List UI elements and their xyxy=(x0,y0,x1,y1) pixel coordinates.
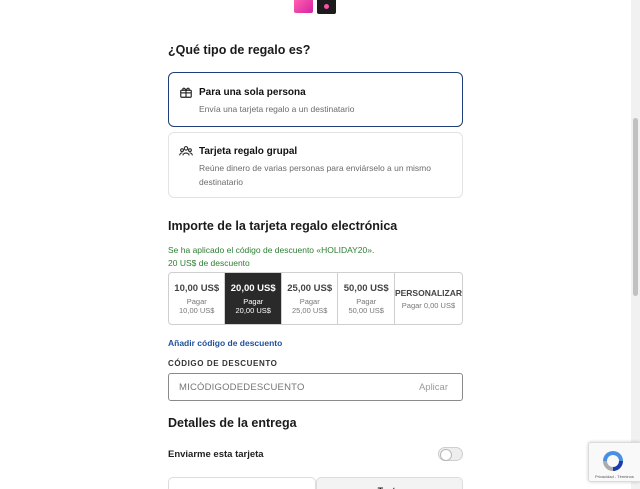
amount-pay-label: Pagar xyxy=(299,296,320,306)
amount-option-25[interactable]: 25,00 US$ Pagar 25,00 US$ xyxy=(282,273,339,324)
delivery-heading: Detalles de la entrega xyxy=(168,416,297,430)
amount-value: 20,00 US$ xyxy=(230,282,276,294)
add-discount-code-link[interactable]: Añadir código de descuento xyxy=(168,338,282,348)
discount-code-label: CÓDIGO DE DESCUENTO xyxy=(168,359,278,368)
amount-pay-amount: 10,00 US$ xyxy=(179,305,215,315)
send-to-me-toggle[interactable] xyxy=(438,447,463,461)
gift-icon xyxy=(180,87,192,98)
amount-pay-label: Pagar 0,00 US$ xyxy=(401,300,456,310)
delivery-tabs: Texto xyxy=(168,477,463,489)
scrollbar-thumb[interactable] xyxy=(633,118,638,296)
amount-heading: Importe de la tarjeta regalo electrónica xyxy=(168,219,398,233)
amount-option-10[interactable]: 10,00 US$ Pagar 10,00 US$ xyxy=(169,273,226,324)
amount-option-20[interactable]: 20,00 US$ Pagar 20,00 US$ xyxy=(225,273,282,324)
amount-selector: 10,00 US$ Pagar 10,00 US$ 20,00 US$ Paga… xyxy=(168,272,463,325)
amount-value: 50,00 US$ xyxy=(343,282,389,294)
scrollbar-track[interactable] xyxy=(631,0,640,489)
option-single-person[interactable]: Para una sola persona Envía una tarjeta … xyxy=(168,72,463,127)
amount-value: 25,00 US$ xyxy=(287,282,333,294)
recaptcha-badge[interactable]: Privacidad - Términos xyxy=(588,442,640,482)
discount-applied-amount: 20 US$ de descuento xyxy=(168,258,250,268)
amount-option-custom[interactable]: PERSONALIZAR Pagar 0,00 US$ xyxy=(395,273,462,324)
apply-button[interactable]: Aplicar xyxy=(419,382,448,393)
amount-option-50[interactable]: 50,00 US$ Pagar 50,00 US$ xyxy=(338,273,395,324)
amount-pay-amount: 25,00 US$ xyxy=(291,305,328,315)
amount-pay-label: Pagar xyxy=(243,296,264,306)
tab-email[interactable] xyxy=(168,477,316,489)
card-design-thumbnail-dark[interactable] xyxy=(317,0,336,14)
option-group-gift[interactable]: Tarjeta regalo grupal Reúne dinero de va… xyxy=(168,132,463,198)
tab-text[interactable]: Texto xyxy=(315,477,463,489)
group-icon xyxy=(179,146,193,156)
amount-pay-amount: 20,00 US$ xyxy=(235,305,271,315)
option-group-gift-desc: Reúne dinero de varias personas para env… xyxy=(199,163,431,187)
amount-pay-label: Pagar xyxy=(186,296,207,306)
discount-code-field: Aplicar xyxy=(168,373,463,401)
option-single-person-title: Para una sola persona xyxy=(199,87,306,98)
discount-applied-code: Se ha aplicado el código de descuento «H… xyxy=(168,245,375,255)
send-to-me-label: Enviarme esta tarjeta xyxy=(168,449,264,460)
card-design-thumbnails xyxy=(294,0,336,14)
card-design-thumbnail-pink[interactable] xyxy=(294,0,313,13)
discount-code-input[interactable] xyxy=(179,382,399,393)
option-single-person-desc: Envía una tarjeta regalo a un destinatar… xyxy=(199,104,355,114)
amount-value: 10,00 US$ xyxy=(174,282,220,294)
amount-pay-label: Pagar xyxy=(356,296,377,306)
recaptcha-icon xyxy=(603,451,623,471)
amount-value: PERSONALIZAR xyxy=(394,287,462,298)
discount-applied-message: Se ha aplicado el código de descuento «H… xyxy=(168,244,374,270)
recaptcha-legal[interactable]: Privacidad - Términos xyxy=(595,474,634,479)
amount-pay-amount: 50,00 US$ xyxy=(348,305,384,315)
gift-type-heading: ¿Qué tipo de regalo es? xyxy=(168,43,311,57)
option-group-gift-title: Tarjeta regalo grupal xyxy=(199,146,298,157)
